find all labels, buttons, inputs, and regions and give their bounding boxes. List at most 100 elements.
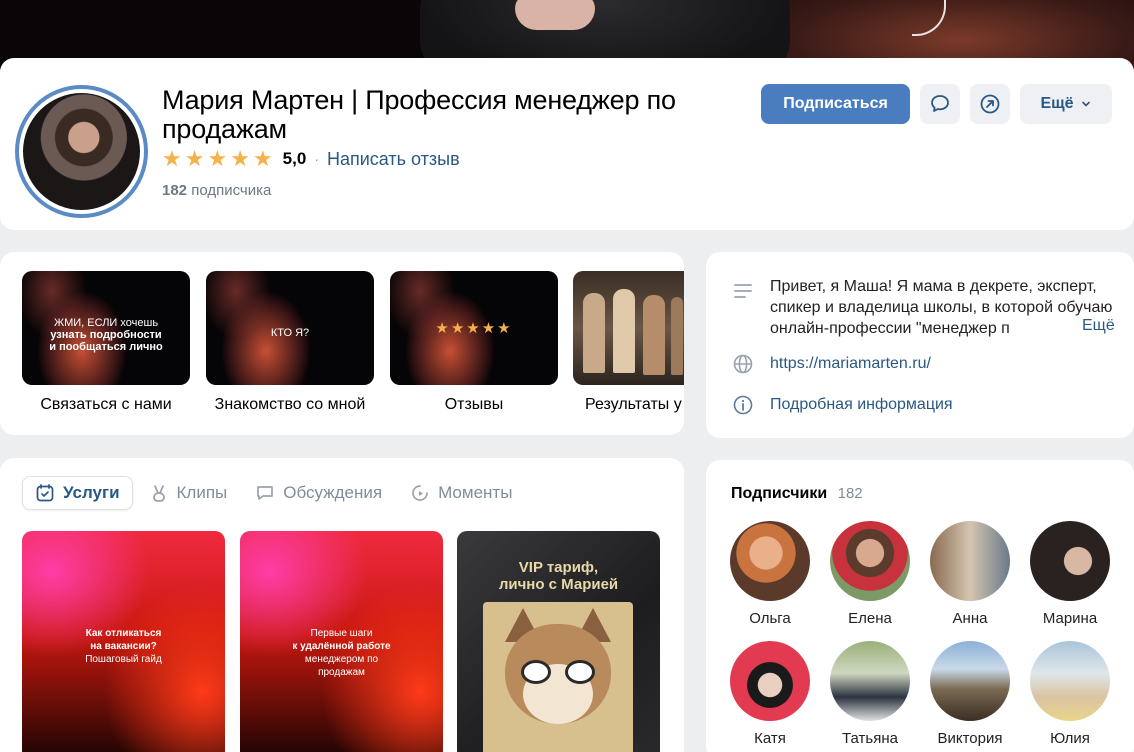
service-line: Пошаговый гайд	[85, 654, 162, 665]
service-line: Как отликаться	[85, 628, 162, 639]
story-group-photo	[573, 271, 684, 385]
story-item[interactable]: КТО Я? Знакомство со мной	[206, 271, 374, 414]
content-tabs: Услуги Клипы Обсуждения Моменты	[22, 476, 524, 510]
website-link[interactable]: https://mariamarten.ru/	[770, 353, 1116, 374]
story-item[interactable]: Результаты у	[573, 271, 684, 414]
star-icon: ★	[230, 146, 250, 171]
star-icon: ★	[162, 146, 182, 171]
subscribers-label: подписчика	[191, 182, 272, 199]
tab-clips[interactable]: Клипы	[137, 476, 240, 510]
globe-icon	[733, 354, 753, 374]
text-lines-icon	[734, 284, 752, 298]
tab-services[interactable]: Услуги	[22, 476, 133, 510]
rating-value: 5,0	[282, 149, 307, 168]
content-block: Услуги Клипы Обсуждения Моменты Как отли…	[0, 458, 684, 752]
calendar-check-icon	[36, 484, 54, 502]
discussion-icon	[257, 486, 274, 500]
profile-header: Мария Мартен | Профессия менеджер по про…	[0, 58, 1134, 230]
story-stars: ★★★★★	[435, 320, 513, 337]
subscriber-item[interactable]: Катя	[725, 641, 815, 747]
clips-icon	[152, 485, 165, 502]
share-button[interactable]	[970, 84, 1010, 124]
subscriber-name: Юлия	[1050, 730, 1090, 747]
service-line: менеджером по	[304, 654, 379, 665]
details-link[interactable]: Подробная информация	[770, 394, 1116, 415]
service-card[interactable]: Как отликаться на вакансии? Пошаговый га…	[22, 531, 225, 752]
separator-dot: ·	[314, 151, 319, 167]
avatar-photo	[23, 93, 140, 210]
star-icon: ★	[207, 146, 228, 171]
message-icon	[931, 95, 949, 112]
subscriber-avatar	[830, 641, 910, 721]
star-icon: ★	[184, 146, 205, 171]
subscribers-count[interactable]: 182 подписчика	[162, 182, 271, 199]
service-line: лично с Марией	[498, 576, 619, 593]
story-item[interactable]: ★★★★★ Отзывы	[390, 271, 558, 414]
more-button-label: Ещё	[1040, 95, 1074, 112]
share-arrow-icon	[980, 94, 1000, 114]
service-line: продажам	[318, 667, 365, 678]
subscriber-name: Татьяна	[842, 730, 898, 747]
rating: ★ ★ ★ ★ ★ 5,0 · Написать отзыв	[162, 148, 460, 170]
subscriber-avatar	[830, 521, 910, 601]
story-text: и пообщаться лично	[49, 341, 163, 353]
subscriber-item[interactable]: Елена	[825, 521, 915, 627]
tab-discussions[interactable]: Обсуждения	[243, 476, 394, 510]
story-caption: Результаты у	[585, 396, 682, 413]
about-block: Привет, я Маша! Я мама в декрете, экспер…	[706, 252, 1134, 438]
service-line: на вакансии?	[90, 641, 157, 652]
service-card[interactable]: VIP тариф, лично с Марией	[457, 531, 660, 752]
subscribers-title[interactable]: Подписчики 182	[731, 485, 863, 503]
subscribers-number: 182	[162, 182, 188, 199]
message-button[interactable]	[920, 84, 960, 124]
chevron-down-icon	[1081, 101, 1090, 107]
story-thumbnail: ★★★★★	[390, 271, 558, 385]
about-description: Привет, я Маша! Я мама в декрете, экспер…	[770, 278, 1113, 337]
subscriber-item[interactable]: Марина	[1025, 521, 1115, 627]
write-review-link[interactable]: Написать отзыв	[327, 149, 460, 170]
more-button[interactable]: Ещё	[1020, 84, 1112, 124]
subscriber-name: Катя	[754, 730, 786, 747]
subscriber-avatar	[730, 521, 810, 601]
page-title: Мария Мартен | Профессия менеджер по про…	[162, 85, 676, 144]
subscriber-item[interactable]: Юлия	[1025, 641, 1115, 747]
tab-label: Обсуждения	[283, 483, 383, 502]
tab-label: Моменты	[438, 483, 513, 502]
service-text: Первые шаги к удалённой работе менеджеро…	[240, 627, 443, 679]
subscribers-block: Подписчики 182 Ольга Елена Анна Марина К…	[706, 460, 1134, 752]
subscribers-title-label: Подписчики	[731, 485, 828, 502]
subscriber-avatar	[1030, 641, 1110, 721]
service-text: Как отликаться на вакансии? Пошаговый га…	[22, 627, 225, 666]
subscriber-item[interactable]: Виктория	[925, 641, 1015, 747]
story-caption: Отзывы	[444, 396, 504, 413]
subscriber-item[interactable]: Анна	[925, 521, 1015, 627]
service-line: VIP тариф,	[518, 559, 599, 576]
service-card[interactable]: Первые шаги к удалённой работе менеджеро…	[240, 531, 443, 752]
story-item[interactable]: ЖМИ, ЕСЛИ хочешь узнать подробности и по…	[22, 271, 190, 414]
tab-label: Клипы	[176, 483, 228, 502]
tab-moments[interactable]: Моменты	[398, 476, 524, 510]
story-caption: Знакомство со мной	[214, 396, 366, 413]
stories-block: ЖМИ, ЕСЛИ хочешь узнать подробности и по…	[0, 252, 684, 435]
subscriber-name: Елена	[848, 610, 892, 627]
subscribe-button[interactable]: Подписаться	[761, 84, 910, 124]
cover-arrow-decoration	[912, 0, 946, 36]
subscriber-item[interactable]: Ольга	[725, 521, 815, 627]
subscriber-name: Ольга	[749, 610, 791, 627]
avatar[interactable]	[15, 85, 148, 218]
story-thumbnail: ЖМИ, ЕСЛИ хочешь узнать подробности и по…	[22, 271, 190, 385]
service-line: Первые шаги	[310, 628, 373, 639]
fox-illustration	[483, 602, 633, 752]
about-more-link[interactable]: Ещё	[1078, 317, 1115, 335]
subscriber-avatar	[1030, 521, 1110, 601]
subscriber-name: Виктория	[937, 730, 1003, 747]
subscriber-item[interactable]: Татьяна	[825, 641, 915, 747]
story-caption: Связаться с нами	[40, 396, 172, 413]
service-title: VIP тариф, лично с Марией	[457, 559, 660, 593]
star-icon: ★	[252, 146, 273, 171]
tab-label: Услуги	[63, 483, 120, 502]
subscriber-avatar	[930, 521, 1010, 601]
subscriber-avatar	[730, 641, 810, 721]
subscriber-avatar	[930, 641, 1010, 721]
subscribers-title-count: 182	[837, 485, 863, 502]
